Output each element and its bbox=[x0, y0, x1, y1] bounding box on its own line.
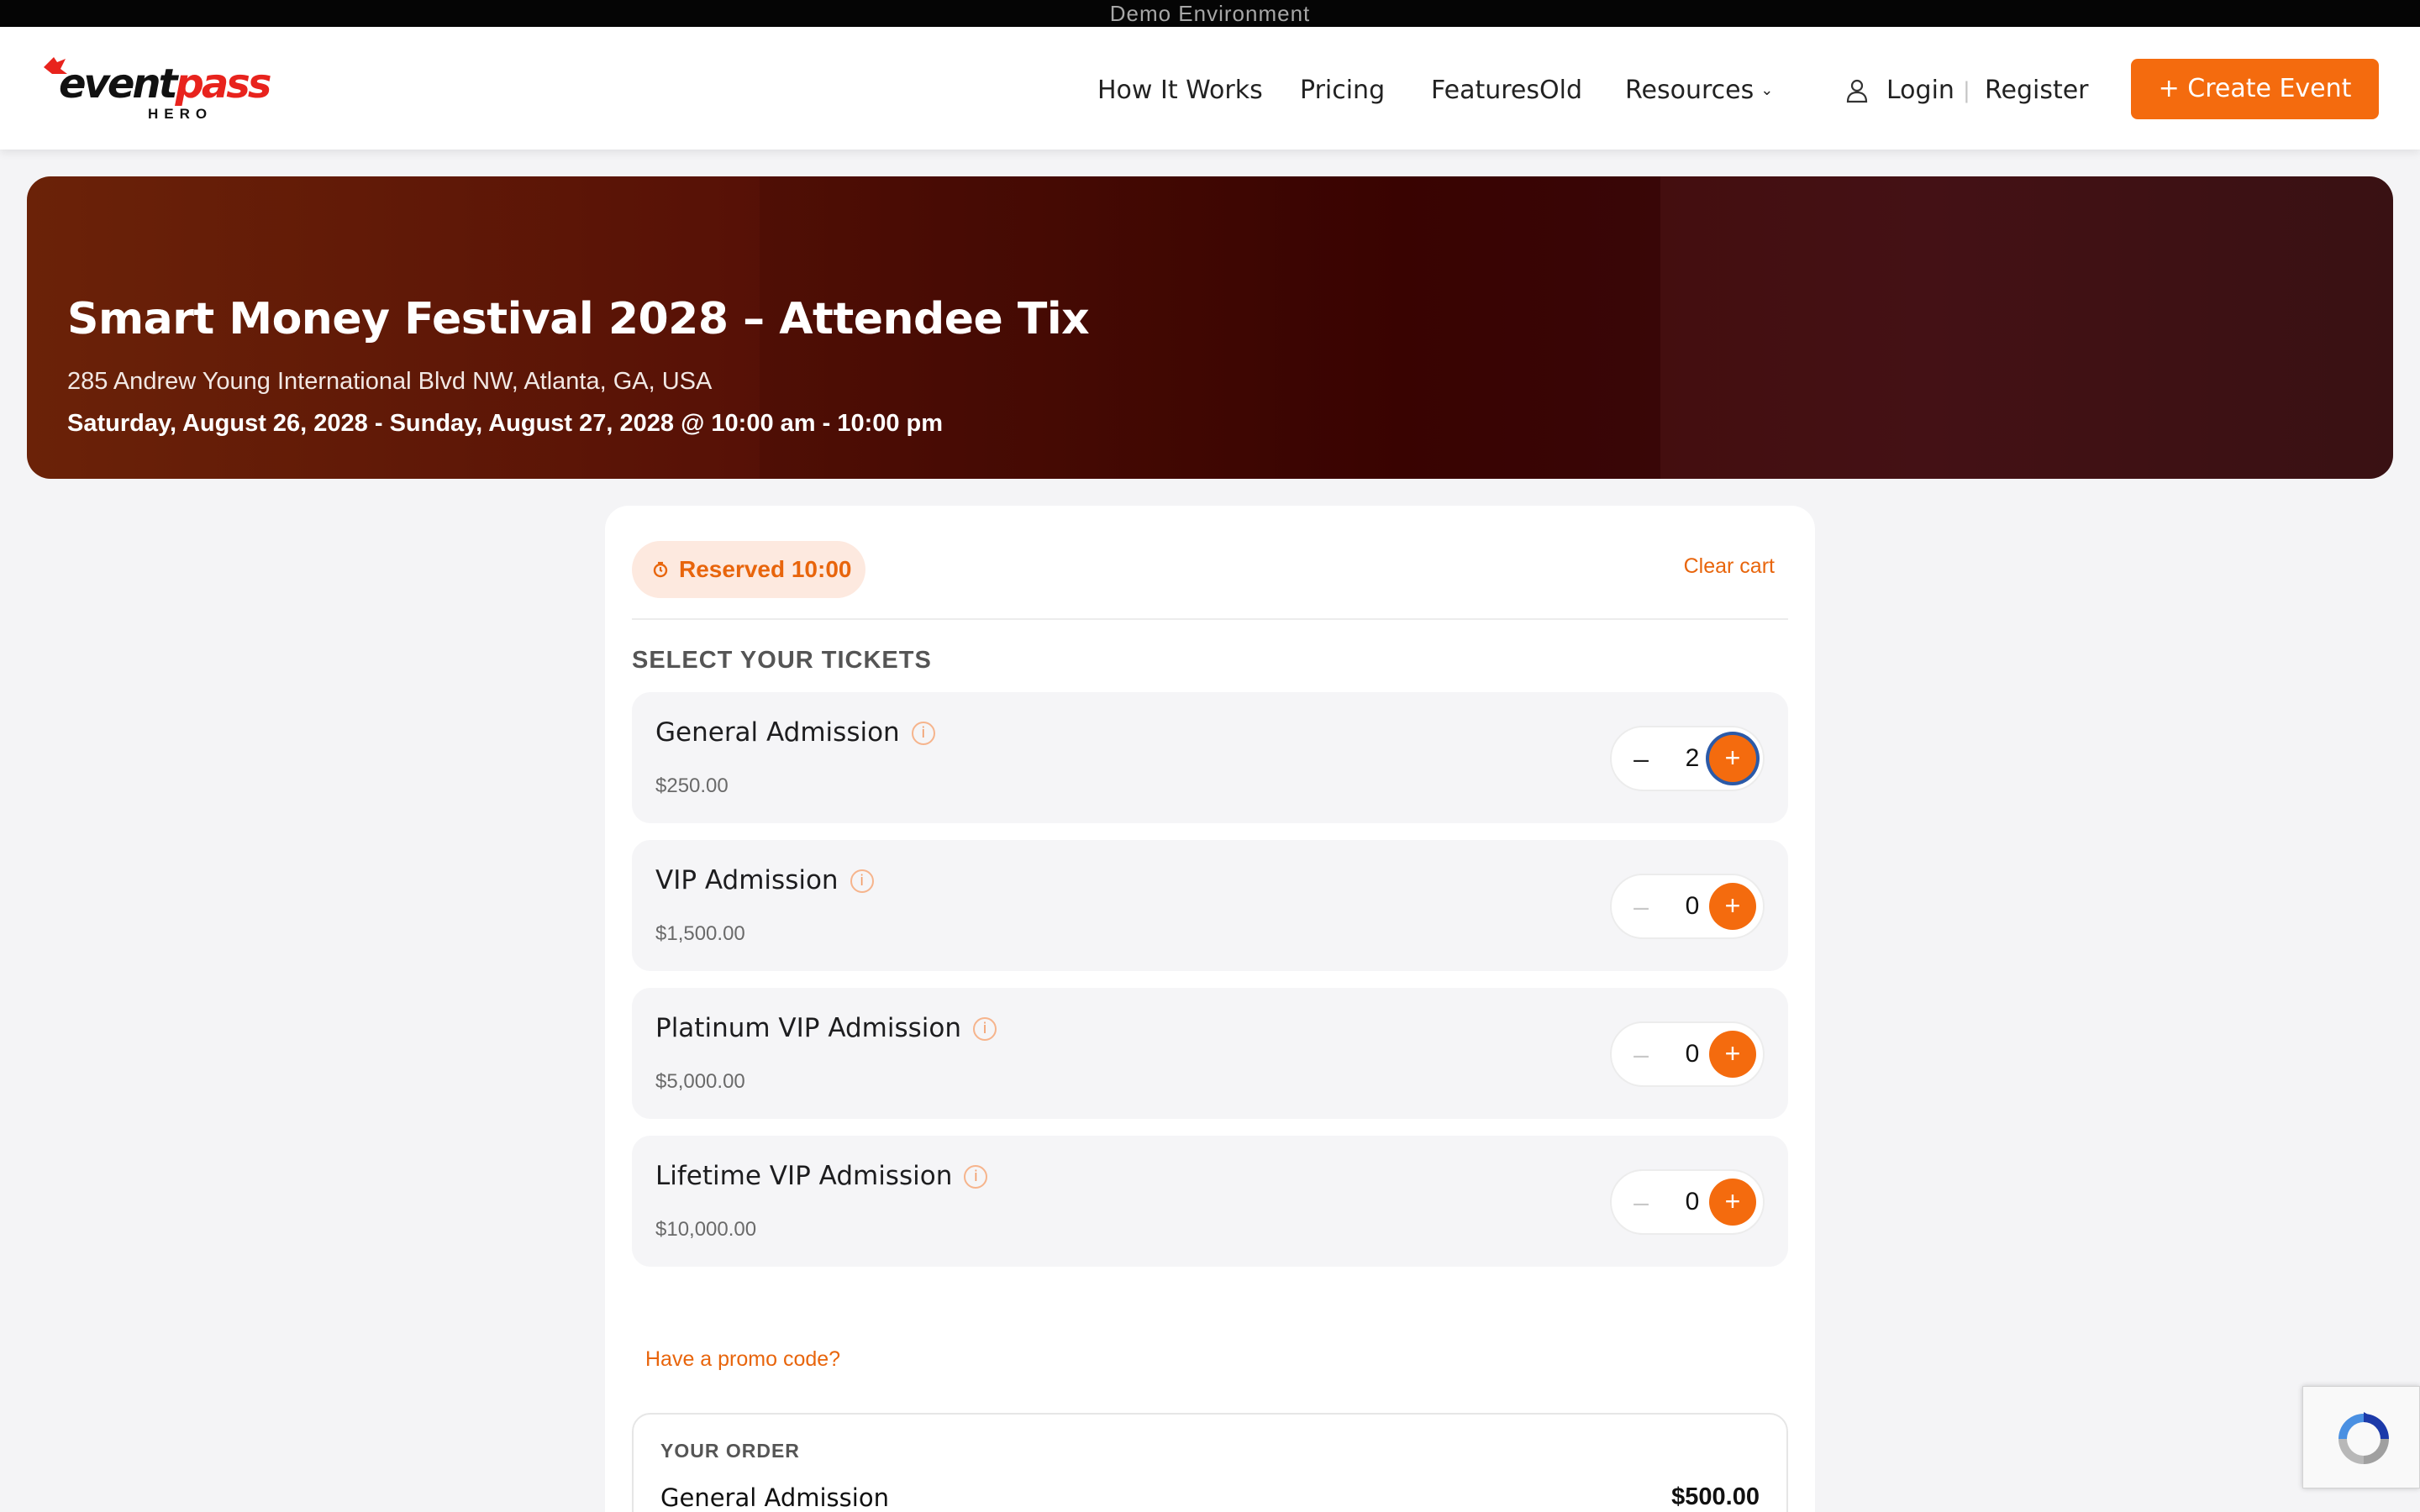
quantity-stepper: – 0 + bbox=[1610, 874, 1765, 939]
increase-quantity-button[interactable]: + bbox=[1709, 883, 1756, 930]
nav-how-it-works[interactable]: How It Works bbox=[1097, 72, 1263, 109]
recaptcha-badge[interactable] bbox=[2302, 1386, 2420, 1488]
ticket-general-admission: General Admission i $250.00 – 2 + bbox=[632, 692, 1788, 823]
nav-register[interactable]: Register bbox=[1985, 72, 2089, 109]
event-dates: Saturday, August 26, 2028 - Sunday, Augu… bbox=[67, 410, 944, 437]
ticket-selection-card: Reserved 10:00 Clear cart SELECT YOUR TI… bbox=[605, 506, 1815, 1512]
info-icon[interactable]: i bbox=[964, 1165, 988, 1189]
hero-panel-right bbox=[1660, 176, 2393, 479]
event-hero-banner: Smart Money Festival 2028 – Attendee Tix… bbox=[27, 176, 2393, 479]
demo-environment-banner: Demo Environment bbox=[0, 0, 2420, 27]
ticket-price: $1,500.00 bbox=[655, 922, 745, 945]
decrease-quantity-button[interactable]: – bbox=[1628, 727, 1654, 790]
quantity-value[interactable]: 0 bbox=[1676, 875, 1709, 937]
nav-resources-label: Resources bbox=[1625, 76, 1754, 105]
ticket-name: Lifetime VIP Admission i bbox=[655, 1161, 988, 1191]
reservation-timer-badge: Reserved 10:00 bbox=[632, 541, 865, 598]
quantity-value[interactable]: 2 bbox=[1676, 727, 1709, 790]
quantity-value[interactable]: 0 bbox=[1676, 1023, 1709, 1085]
clock-icon bbox=[653, 561, 668, 578]
increase-quantity-button[interactable]: + bbox=[1709, 1179, 1756, 1226]
event-title: Smart Money Festival 2028 – Attendee Tix bbox=[67, 294, 1090, 344]
ticket-name-text: General Admission bbox=[655, 717, 900, 748]
order-line-amount: $500.00 bbox=[1671, 1483, 1760, 1510]
ticket-name: General Admission i bbox=[655, 717, 935, 748]
nav-features-old[interactable]: FeaturesOld bbox=[1431, 72, 1582, 109]
recaptcha-icon bbox=[2338, 1412, 2389, 1464]
increase-quantity-button[interactable]: + bbox=[1709, 735, 1756, 782]
ticket-price: $10,000.00 bbox=[655, 1218, 757, 1241]
info-icon[interactable]: i bbox=[850, 869, 874, 893]
site-header: eventpass HERO How It Works Pricing Feat… bbox=[0, 27, 2420, 150]
order-summary: YOUR ORDER General Admission $500.00 bbox=[632, 1413, 1788, 1512]
decrease-quantity-button[interactable]: – bbox=[1628, 1171, 1654, 1233]
order-line-name: General Admission bbox=[660, 1483, 889, 1512]
ticket-platinum-vip-admission: Platinum VIP Admission i $5,000.00 – 0 + bbox=[632, 988, 1788, 1119]
clear-cart-link[interactable]: Clear cart bbox=[1684, 554, 1775, 579]
info-icon[interactable]: i bbox=[911, 722, 935, 745]
ticket-price: $5,000.00 bbox=[655, 1070, 745, 1093]
reservation-timer-text: Reserved 10:00 bbox=[679, 556, 852, 582]
nav-login[interactable]: Login bbox=[1886, 72, 1954, 109]
event-address: 285 Andrew Young International Blvd NW, … bbox=[67, 368, 713, 395]
nav-separator: | bbox=[1963, 78, 1970, 103]
nav-resources[interactable]: Resources ⌄ bbox=[1625, 72, 1773, 109]
quantity-stepper: – 0 + bbox=[1610, 1021, 1765, 1087]
user-icon bbox=[1846, 79, 1868, 103]
ticket-name-text: VIP Admission bbox=[655, 865, 839, 895]
ticket-name-text: Platinum VIP Admission bbox=[655, 1013, 961, 1043]
chevron-down-icon: ⌄ bbox=[1760, 81, 1774, 99]
info-icon[interactable]: i bbox=[973, 1017, 997, 1041]
nav-pricing[interactable]: Pricing bbox=[1300, 72, 1385, 109]
quantity-value[interactable]: 0 bbox=[1676, 1171, 1709, 1233]
divider bbox=[632, 618, 1788, 620]
order-summary-title: YOUR ORDER bbox=[660, 1440, 800, 1462]
create-event-button[interactable]: + Create Event bbox=[2131, 59, 2379, 119]
ticket-lifetime-vip-admission: Lifetime VIP Admission i $10,000.00 – 0 + bbox=[632, 1136, 1788, 1267]
promo-code-link[interactable]: Have a promo code? bbox=[645, 1347, 840, 1372]
quantity-stepper: – 0 + bbox=[1610, 1169, 1765, 1235]
decrease-quantity-button[interactable]: – bbox=[1628, 875, 1654, 937]
main-nav: How It Works Pricing FeaturesOld Resourc… bbox=[0, 72, 2420, 109]
increase-quantity-button[interactable]: + bbox=[1709, 1031, 1756, 1078]
select-tickets-heading: SELECT YOUR TICKETS bbox=[632, 647, 932, 674]
ticket-name: Platinum VIP Admission i bbox=[655, 1013, 997, 1043]
quantity-stepper: – 2 + bbox=[1610, 726, 1765, 791]
ticket-price: $250.00 bbox=[655, 774, 729, 797]
ticket-name: VIP Admission i bbox=[655, 865, 874, 895]
ticket-vip-admission: VIP Admission i $1,500.00 – 0 + bbox=[632, 840, 1788, 971]
ticket-name-text: Lifetime VIP Admission bbox=[655, 1161, 953, 1191]
decrease-quantity-button[interactable]: – bbox=[1628, 1023, 1654, 1085]
